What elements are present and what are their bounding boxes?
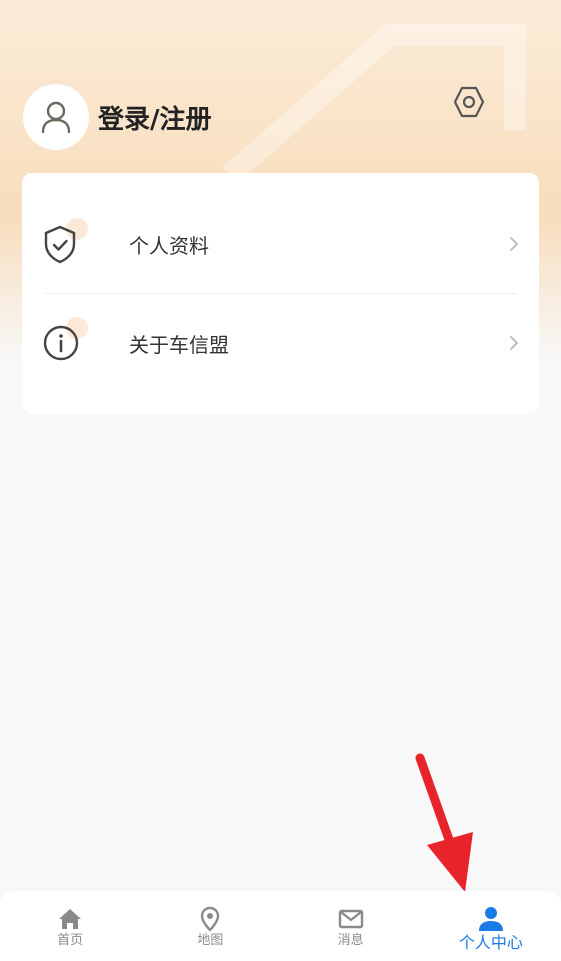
tab-map[interactable]: 地图 — [140, 891, 280, 961]
avatar[interactable] — [23, 84, 89, 150]
tab-label-messages: 消息 — [337, 933, 364, 948]
menu-icon-wrapper — [42, 218, 88, 264]
menu-item-profile[interactable]: 个人资料 — [22, 194, 539, 294]
info-icon — [43, 325, 79, 361]
tab-label-map: 地图 — [197, 933, 224, 948]
annotation-arrow — [415, 753, 473, 892]
profile-row[interactable]: 登录/注册 — [23, 84, 212, 150]
user-icon — [478, 907, 503, 931]
settings-hex-icon — [453, 86, 485, 118]
menu-card: 个人资料 关于车信盟 — [22, 173, 539, 414]
tab-messages[interactable]: 消息 — [281, 891, 421, 961]
home-icon — [59, 909, 82, 929]
shield-check-icon — [44, 225, 76, 264]
login-register-link[interactable]: 登录/注册 — [98, 99, 212, 136]
tab-home[interactable]: 首页 — [0, 891, 140, 961]
menu-icon-wrapper — [42, 317, 88, 363]
menu-label-about: 关于车信盟 — [129, 332, 229, 357]
menu-label-profile: 个人资料 — [129, 233, 209, 258]
map-pin-icon — [201, 906, 220, 932]
user-outline-icon — [41, 101, 71, 134]
tab-profile[interactable]: 个人中心 — [421, 891, 561, 961]
chevron-right-icon — [510, 336, 518, 350]
bottom-tab-bar: 首页 地图 消息 个人中心 — [0, 891, 561, 961]
mail-icon — [338, 909, 363, 929]
chevron-right-icon — [510, 237, 518, 251]
tab-label-profile: 个人中心 — [458, 933, 523, 952]
tab-label-home: 首页 — [57, 933, 84, 948]
settings-button[interactable] — [450, 83, 488, 121]
menu-item-about[interactable]: 关于车信盟 — [22, 293, 539, 393]
